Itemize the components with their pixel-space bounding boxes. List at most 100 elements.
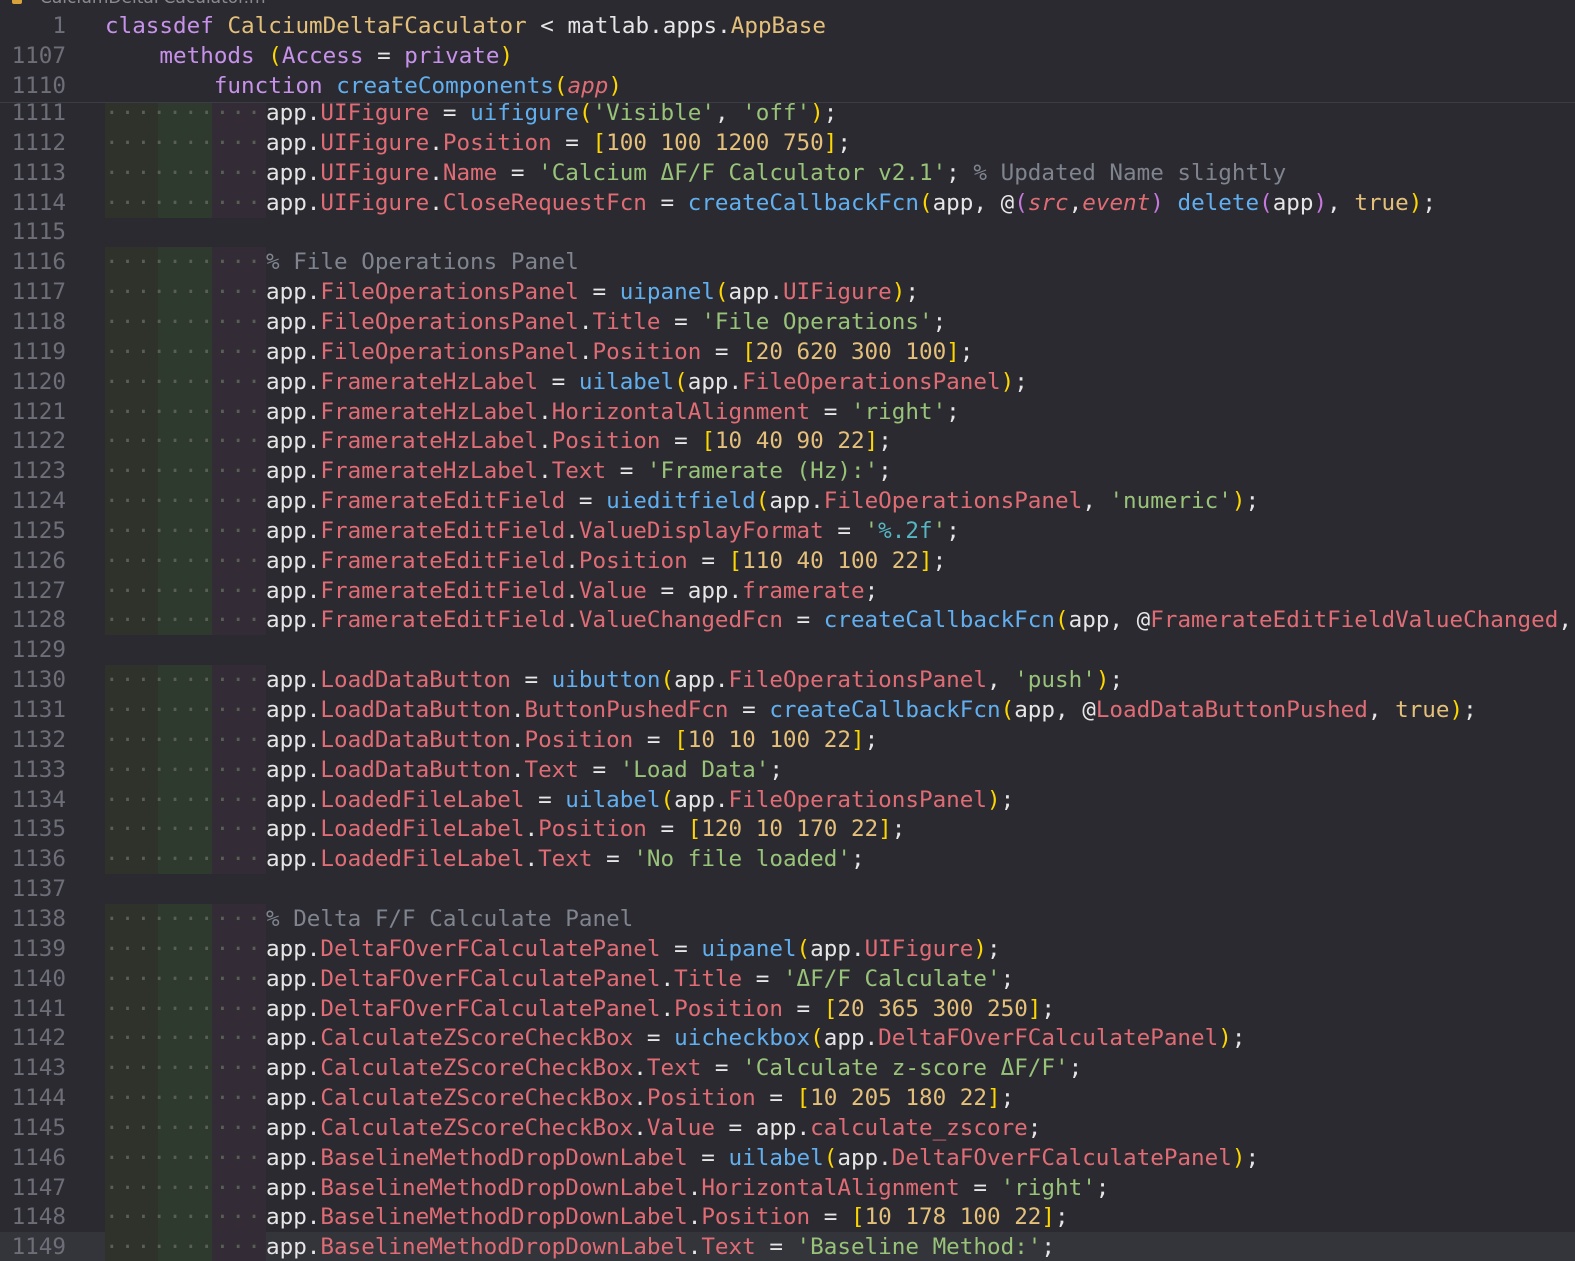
code-line[interactable]: ············ 1118 app.FileOperationsPanel.… [0, 306, 1575, 337]
code-line[interactable]: ············ 1131 app.LoadDataButton.Butto… [0, 695, 1575, 725]
code-token: . [510, 726, 525, 753]
sticky-code-line[interactable]: 1110 function createComponents(app) [0, 71, 1575, 101]
code-line[interactable]: ············1130app.LoadDataButton = uib… [0, 665, 1575, 696]
code-text[interactable]: app.BaselineMethodDropDownLabel.Horizont… [266, 1173, 1109, 1203]
code-token: app. [266, 965, 321, 992]
code-text[interactable]: app.BaselineMethodDropDownLabel.Position… [266, 1202, 1069, 1232]
code-line[interactable]: ············ 1112 app.UIFigure.Position = … [0, 127, 1575, 158]
code-line[interactable]: ············ 1119 app.FileOperationsPanel.… [0, 336, 1575, 367]
code-line[interactable]: ············ 1138 % Delta F/F Calculate Pa… [0, 903, 1575, 934]
code-text[interactable]: app.FramerateEditField.ValueChangedFcn =… [266, 605, 1575, 635]
code-line[interactable]: 1137 [0, 874, 1575, 904]
code-text[interactable]: app.LoadedFileLabel.Text = 'No file load… [266, 844, 865, 874]
code-line[interactable]: ············ 1126 app.FramerateEditField.P… [0, 545, 1575, 576]
indent-guides: ············ [105, 724, 266, 755]
code-line[interactable]: ············1139app.DeltaFOverFCalculate… [0, 933, 1575, 964]
code-text[interactable]: methods (Access = private) [105, 41, 513, 71]
code-text[interactable]: app.FramerateHzLabel.Position = [10 40 9… [266, 426, 892, 456]
code-line[interactable]: ············1146app.BaselineMethodDropDo… [0, 1142, 1575, 1173]
code-text[interactable]: app.UIFigure.Name = 'Calcium ΔF/F Calcul… [266, 158, 1286, 188]
code-text[interactable]: app.DeltaFOverFCalculatePanel.Position =… [266, 994, 1055, 1024]
code-line[interactable]: ············ 1128 app.FramerateEditField.V… [0, 605, 1575, 636]
code-line[interactable]: ············1124app.FramerateEditField =… [0, 486, 1575, 517]
code-line[interactable]: ············ 1122 app.FramerateHzLabel.Pos… [0, 426, 1575, 457]
code-text[interactable]: app.LoadDataButton = uibutton(app.FileOp… [266, 665, 1123, 695]
code-token: ] [823, 129, 838, 156]
code-token: FileOperationsPanel [728, 667, 987, 694]
code-line[interactable]: ············ 1116 % File Operations Panel [0, 247, 1575, 278]
code-line[interactable]: ············ 1123 app.FramerateHzLabel.Tex… [0, 456, 1575, 487]
code-line[interactable]: ············ 1135 app.LoadedFileLabel.Posi… [0, 814, 1575, 845]
code-line[interactable]: ············ 1148 app.BaselineMethodDropDo… [0, 1202, 1575, 1233]
code-text[interactable]: app.FramerateEditField.Value = app.frame… [266, 576, 878, 606]
code-line[interactable]: ············ 1149 app.BaselineMethodDropDo… [0, 1232, 1575, 1261]
code-line[interactable]: ············ 1121 app.FramerateHzLabel.Hor… [0, 396, 1575, 427]
code-line[interactable]: ············ 1113 app.UIFigure.Name = 'Cal… [0, 157, 1575, 188]
code-text[interactable]: app.FramerateEditField.ValueDisplayForma… [266, 516, 960, 546]
code-line[interactable]: ············1142app.CalculateZScoreCheck… [0, 1023, 1575, 1054]
editor-tab-bar[interactable]: CalciumDeltaFCaculator.m [0, 0, 1575, 8]
code-text[interactable]: function createComponents(app) [105, 71, 622, 101]
code-text[interactable]: app.LoadDataButton.Text = 'Load Data'; [266, 755, 783, 785]
code-text[interactable]: classdef CalciumDeltaFCaculator < matlab… [105, 11, 826, 41]
code-editor[interactable]: ············1111app.UIFigure = uifigure(… [0, 98, 1575, 1261]
code-text[interactable]: app.LoadDataButton.Position = [10 10 100… [266, 725, 878, 755]
code-text[interactable]: app.DeltaFOverFCalculatePanel.Title = 'Δ… [266, 964, 1014, 994]
code-text[interactable]: app.CalculateZScoreCheckBox.Text = 'Calc… [266, 1053, 1082, 1083]
code-text[interactable]: app.LoadedFileLabel.Position = [120 10 1… [266, 814, 905, 844]
code-token: ( [660, 667, 675, 694]
code-text[interactable]: % Delta F/F Calculate Panel [266, 904, 633, 934]
code-line[interactable]: ············ 1132 app.LoadDataButton.Posit… [0, 724, 1575, 755]
code-text[interactable]: app.FileOperationsPanel.Title = 'File Op… [266, 307, 946, 337]
code-token: CalculateZScoreCheckBox [320, 1055, 634, 1082]
code-line[interactable]: 1129 [0, 635, 1575, 665]
sticky-scroll-header[interactable]: 1 classdef CalciumDeltaFCaculator < matla… [0, 8, 1575, 103]
indent-guides: ············ [105, 396, 266, 427]
sticky-code-line[interactable]: 1 classdef CalciumDeltaFCaculator < matla… [0, 11, 1575, 41]
code-line[interactable]: ············1134app.LoadedFileLabel = ui… [0, 784, 1575, 815]
code-text[interactable]: app.FileOperationsPanel = uipanel(app.UI… [266, 277, 919, 307]
code-line[interactable]: ············1120app.FramerateHzLabel = u… [0, 366, 1575, 397]
code-line[interactable]: ············ 1147 app.BaselineMethodDropDo… [0, 1172, 1575, 1203]
code-text[interactable]: app.CalculateZScoreCheckBox.Value = app.… [266, 1113, 1041, 1143]
code-text[interactable]: app.CalculateZScoreCheckBox.Position = [… [266, 1083, 1014, 1113]
tab-title[interactable]: CalciumDeltaFCaculator.m [40, 0, 266, 8]
code-line[interactable]: ············ 1114 app.UIFigure.CloseReques… [0, 187, 1575, 218]
code-text[interactable]: app.BaselineMethodDropDownLabel = uilabe… [266, 1143, 1259, 1173]
code-text[interactable]: app.FramerateEditField.Position = [110 4… [266, 546, 946, 576]
code-line[interactable]: 1115 [0, 217, 1575, 247]
code-line[interactable]: ············ 1140 app.DeltaFOverFCalculate… [0, 963, 1575, 994]
code-text[interactable]: app.UIFigure.CloseRequestFcn = createCal… [266, 188, 1436, 218]
code-token: , [1327, 189, 1355, 216]
code-line[interactable]: ············ 1117 app.FileOperationsPanel … [0, 277, 1575, 308]
code-text[interactable]: app.FramerateHzLabel.HorizontalAlignment… [266, 397, 960, 427]
line-number: 1130 [11, 667, 66, 694]
code-line[interactable]: ············ 1125 app.FramerateEditField.V… [0, 515, 1575, 546]
code-text[interactable]: app.LoadedFileLabel = uilabel(app.FileOp… [266, 785, 1014, 815]
code-text[interactable]: app.DeltaFOverFCalculatePanel = uipanel(… [266, 934, 1001, 964]
code-line[interactable]: ············ 1133 app.LoadDataButton.Text … [0, 754, 1575, 785]
code-text[interactable]: app.LoadDataButton.ButtonPushedFcn = cre… [266, 695, 1477, 725]
code-text[interactable]: app.FramerateEditField = uieditfield(app… [266, 486, 1259, 516]
code-text[interactable]: app.UIFigure.Position = [100 100 1200 75… [266, 128, 851, 158]
code-line[interactable]: ············ 1141 app.DeltaFOverFCalculate… [0, 993, 1575, 1024]
code-text[interactable]: % File Operations Panel [266, 247, 579, 277]
code-token: app. [266, 816, 321, 843]
code-line[interactable]: ············ 1127 app.FramerateEditField.V… [0, 575, 1575, 606]
code-token: Title [592, 308, 661, 335]
sticky-code-line[interactable]: 1107 methods (Access = private) [0, 41, 1575, 71]
code-text[interactable]: app.FramerateHzLabel.Text = 'Framerate (… [266, 456, 892, 486]
code-line[interactable]: ············ 1143 app.CalculateZScoreCheck… [0, 1053, 1575, 1084]
code-text[interactable]: app.CalculateZScoreCheckBox = uicheckbox… [266, 1023, 1245, 1053]
code-token: FramerateEditField [320, 488, 566, 515]
code-line[interactable]: ············ 1145 app.CalculateZScoreCheck… [0, 1112, 1575, 1143]
code-text[interactable]: app.FileOperationsPanel.Position = [20 6… [266, 337, 973, 367]
code-token: ) [1095, 667, 1110, 694]
code-token: 10 10 100 22 [687, 726, 851, 753]
code-text[interactable]: app.BaselineMethodDropDownLabel.Text = '… [266, 1232, 1055, 1261]
code-line[interactable]: ············ 1136 app.LoadedFileLabel.Text… [0, 844, 1575, 875]
code-line[interactable]: ············ 1144 app.CalculateZScoreCheck… [0, 1083, 1575, 1114]
code-text[interactable]: app.FramerateHzLabel = uilabel(app.FileO… [266, 367, 1028, 397]
code-token: CalculateZScoreCheckBox [320, 1114, 634, 1141]
